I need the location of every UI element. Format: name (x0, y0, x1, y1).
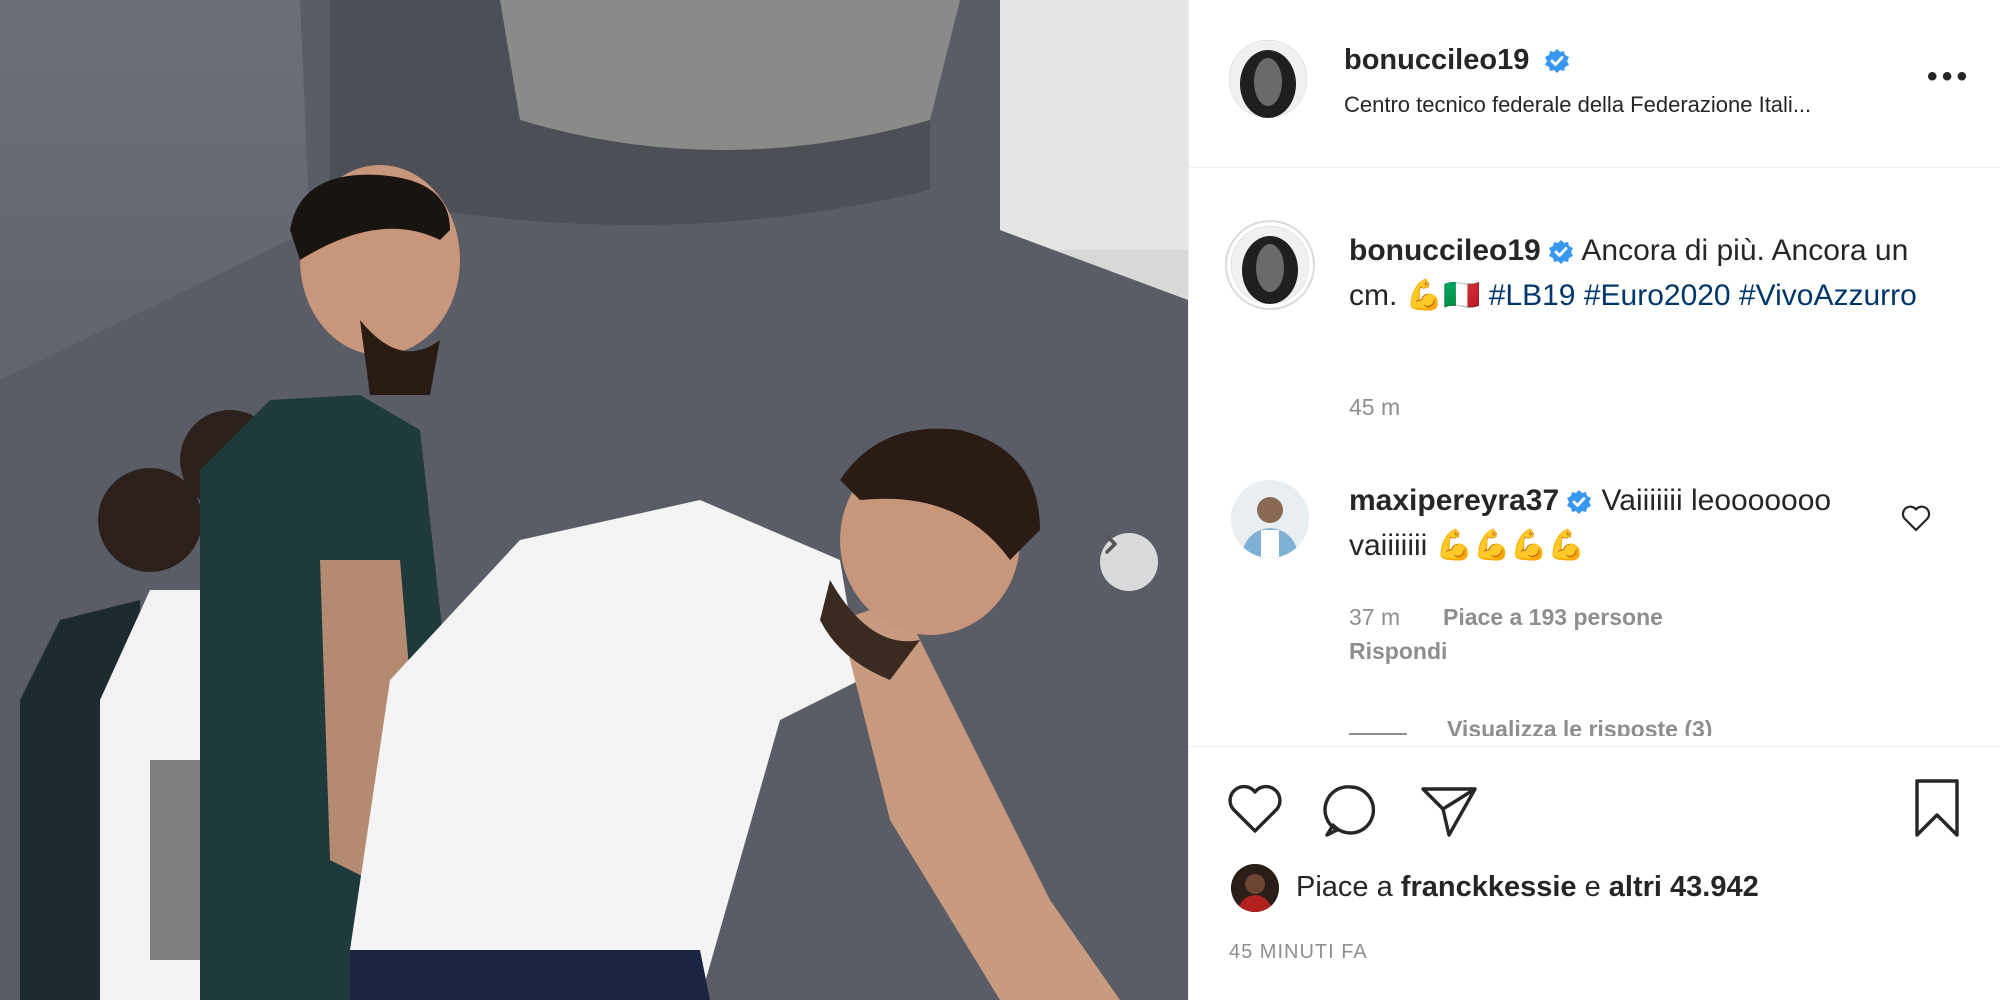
comment-bubble-icon[interactable] (1321, 781, 1381, 839)
comment-like-heart-icon[interactable] (1901, 504, 1931, 532)
hashtag-euro2020[interactable]: #Euro2020 (1584, 279, 1731, 312)
liker-avatar[interactable] (1231, 864, 1279, 912)
avatar-image (1231, 480, 1309, 558)
avatar-image (1229, 40, 1307, 118)
hashtag-lb19[interactable]: #LB19 (1489, 279, 1576, 312)
verified-badge-icon (1548, 240, 1573, 265)
liker-username[interactable]: franckkessie (1401, 871, 1577, 903)
more-options-icon[interactable]: • • • (1927, 60, 1967, 94)
comment-username[interactable]: maxipereyra37 (1349, 484, 1559, 517)
comment-time[interactable]: 37 m (1349, 604, 1400, 631)
post-side-panel: bonuccileo19 Centro tecnico federale del… (1188, 0, 2000, 1000)
chevron-right-icon (1105, 534, 1117, 554)
caption-time[interactable]: 45 m (1349, 394, 1400, 421)
post-caption: bonuccileo19 Ancora di più. Ancora un cm… (1349, 228, 1959, 318)
likes-prefix: Piace a (1296, 871, 1401, 903)
post-timestamp[interactable]: 45 MINUTI FA (1229, 941, 1368, 964)
author-username-text[interactable]: bonuccileo19 (1344, 44, 1529, 76)
next-image-button[interactable] (1100, 533, 1158, 591)
verified-badge-icon (1567, 490, 1592, 515)
caption-author-avatar[interactable] (1231, 226, 1309, 304)
comment-body: maxipereyra37 Vaiiiiiii leooooooo vaiiii… (1349, 478, 1909, 568)
replies-divider (1349, 733, 1407, 735)
heart-icon[interactable] (1225, 781, 1285, 837)
likes-others[interactable]: altri 43.942 (1609, 871, 1759, 903)
post-photo-illustration (0, 0, 1188, 1000)
author-username[interactable]: bonuccileo19 (1344, 44, 1571, 77)
hashtag-vivoazzurro[interactable]: #VivoAzzurro (1739, 279, 1917, 312)
commenter-avatar[interactable] (1231, 480, 1309, 558)
comment-likes-count[interactable]: Piace a 193 persone (1443, 604, 1663, 631)
verified-badge-icon (1545, 49, 1570, 74)
paper-plane-icon[interactable] (1419, 781, 1479, 839)
bookmark-icon[interactable] (1911, 777, 1963, 839)
comment-emoji: 💪💪💪💪 (1435, 529, 1586, 562)
post-photo (0, 0, 1188, 1000)
avatar-image (1231, 864, 1279, 912)
likes-summary[interactable]: Piace a franckkessie e altri 43.942 (1296, 871, 1759, 904)
post-actions: Piace a franckkessie e altri 43.942 45 M… (1189, 746, 2000, 1000)
avatar-image (1231, 226, 1309, 304)
author-avatar[interactable] (1229, 40, 1307, 118)
likes-middle: e (1576, 871, 1609, 903)
comments-section: bonuccileo19 Ancora di più. Ancora un cm… (1189, 168, 2000, 736)
view-replies-button[interactable]: Visualizza le risposte (3) (1447, 716, 1712, 736)
post-location[interactable]: Centro tecnico federale della Federazion… (1344, 92, 1944, 118)
caption-username[interactable]: bonuccileo19 (1349, 234, 1541, 267)
post-header: bonuccileo19 Centro tecnico federale del… (1189, 0, 2000, 168)
caption-emoji: 💪🇮🇹 (1405, 279, 1481, 312)
reply-button[interactable]: Rispondi (1349, 638, 1447, 665)
